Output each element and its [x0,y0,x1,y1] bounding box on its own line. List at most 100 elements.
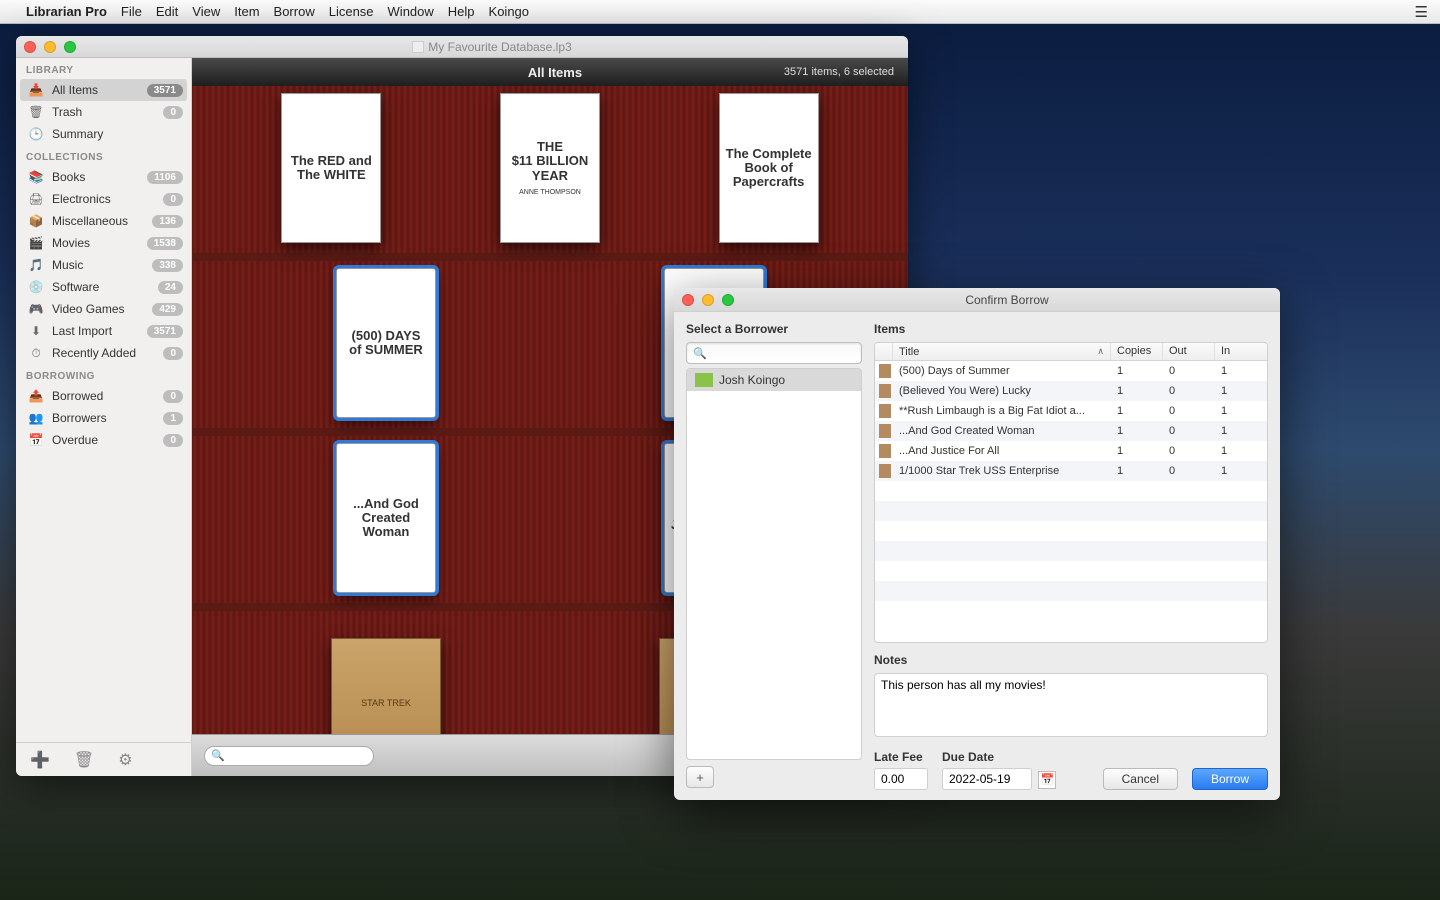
row-icon: ⬇ [28,324,44,338]
borrower-search-input[interactable]: 🔍 [686,342,862,364]
count-badge: 3571 [147,325,183,338]
trash-icon[interactable]: 🗑 [74,750,94,770]
cell-in: 1 [1215,405,1267,417]
count-badge: 429 [152,303,183,316]
table-row[interactable]: (Believed You Were) Lucky101 [875,381,1267,401]
sidebar-item-miscellaneous[interactable]: 📦Miscellaneous136 [16,210,191,232]
cell-copies: 1 [1111,465,1163,477]
sidebar-item-recently-added[interactable]: ⏱Recently Added0 [16,342,191,364]
menu-edit[interactable]: Edit [156,4,178,19]
count-badge: 24 [158,281,183,294]
menu-help[interactable]: Help [448,4,475,19]
col-title[interactable]: Title∧ [893,343,1111,360]
cell-title: **Rush Limbaugh is a Big Fat Idiot a... [893,405,1111,417]
shelf-box[interactable]: STAR TREK [331,638,441,734]
shelf-item[interactable]: ...And God Created Woman [336,443,436,593]
add-collection-icon[interactable]: ➕ [30,750,50,770]
col-out[interactable]: Out [1163,343,1215,360]
cover-icon [879,384,891,398]
cell-out: 0 [1163,365,1215,377]
sidebar-item-borrowed[interactable]: 📤Borrowed0 [16,385,191,407]
borrower-row[interactable]: Josh Koingo [687,369,861,391]
sidebar-item-software[interactable]: 💿 Software24 [16,276,191,298]
shelf-item[interactable]: (500) DAYSof SUMMER [336,268,436,418]
list-icon[interactable]: ☰ [1415,3,1428,21]
row-label: All Items [52,83,147,97]
calendar-icon[interactable]: 📅 [1038,771,1056,789]
latefee-input[interactable] [874,768,928,790]
search-icon: 🔍 [211,749,225,762]
row-icon: 📦 [28,214,44,228]
duedate-input[interactable] [942,768,1032,790]
sidebar-item-all-items[interactable]: 📥All Items3571 [20,79,187,101]
table-row[interactable]: 1/1000 Star Trek USS Enterprise101 [875,461,1267,481]
cell-copies: 1 [1111,365,1163,377]
dialog-close-button[interactable] [682,294,694,306]
borrower-name: Josh Koingo [719,373,785,387]
menu-window[interactable]: Window [388,4,434,19]
row-label: Electronics [52,192,163,206]
menu-view[interactable]: View [192,4,220,19]
dialog-zoom-button[interactable] [722,294,734,306]
menu-file[interactable]: File [121,4,142,19]
sidebar-item-video-games[interactable]: 🎮Video Games429 [16,298,191,320]
row-icon: 📥 [28,83,44,97]
close-button[interactable] [24,41,36,53]
sidebar-item-electronics[interactable]: 🖨Electronics0 [16,188,191,210]
sidebar-item-trash[interactable]: 🗑Trash0 [16,101,191,123]
select-borrower-label: Select a Borrower [686,322,862,336]
sort-asc-icon: ∧ [1097,346,1104,357]
shelf-item[interactable]: THE$11 BILLIONYEARANNE THOMPSON [500,93,600,243]
sidebar-item-last-import[interactable]: ⬇ Last Import3571 [16,320,191,342]
table-row[interactable]: ...And God Created Woman101 [875,421,1267,441]
borrow-button[interactable]: Borrow [1192,768,1268,790]
count-badge: 136 [152,215,183,228]
row-icon: 🎬 [28,236,44,250]
sidebar-item-books[interactable]: 📚Books1106 [16,166,191,188]
section-borrowing: BORROWING [16,364,191,385]
app-name[interactable]: Librarian Pro [26,4,107,19]
item-count: 3571 items, 6 selected [784,66,894,78]
row-icon: 💿 [28,280,44,294]
sidebar-item-movies[interactable]: 🎬Movies1538 [16,232,191,254]
count-badge: 0 [163,390,183,403]
table-row[interactable]: ...And Justice For All101 [875,441,1267,461]
cancel-button[interactable]: Cancel [1103,768,1178,790]
sidebar-item-borrowers[interactable]: 👥Borrowers1 [16,407,191,429]
search-input[interactable]: 🔍 [204,746,374,766]
cell-out: 0 [1163,385,1215,397]
row-label: Software [52,280,158,294]
notes-input[interactable]: This person has all my movies! [874,673,1268,737]
zoom-button[interactable] [64,41,76,53]
sidebar-item-overdue[interactable]: 📅Overdue0 [16,429,191,451]
count-badge: 0 [163,434,183,447]
add-borrower-button[interactable]: + [686,766,714,788]
table-row[interactable]: (500) Days of Summer101 [875,361,1267,381]
col-copies[interactable]: Copies [1111,343,1163,360]
cell-in: 1 [1215,385,1267,397]
menu-borrow[interactable]: Borrow [274,4,315,19]
col-in[interactable]: In [1215,343,1267,360]
content-header: All Items 3571 items, 6 selected [192,58,908,86]
minimize-button[interactable] [44,41,56,53]
sidebar-item-music[interactable]: 🎵Music338 [16,254,191,276]
shelf-item[interactable]: The Complete Book ofPapercrafts [719,93,819,243]
borrower-slider[interactable] [718,766,862,790]
menu-koingo[interactable]: Koingo [489,4,529,19]
menu-item[interactable]: Item [234,4,259,19]
borrower-list[interactable]: Josh Koingo [686,368,862,760]
shelf-item[interactable]: The RED andThe WHITE [281,93,381,243]
sidebar-item-summary[interactable]: 🕒Summary [16,123,191,145]
count-badge: 1106 [147,171,183,184]
search-icon: 🔍 [693,347,707,360]
table-header[interactable]: Title∧ Copies Out In [875,343,1267,361]
cell-out: 0 [1163,465,1215,477]
row-icon: 🎵 [28,258,44,272]
cell-out: 0 [1163,425,1215,437]
menu-license[interactable]: License [329,4,374,19]
dialog-minimize-button[interactable] [702,294,714,306]
table-row[interactable]: **Rush Limbaugh is a Big Fat Idiot a... 1… [875,401,1267,421]
gear-icon[interactable]: ⚙ [118,750,132,770]
row-icon: ⏱ [28,346,44,360]
row-label: Last Import [52,324,147,338]
